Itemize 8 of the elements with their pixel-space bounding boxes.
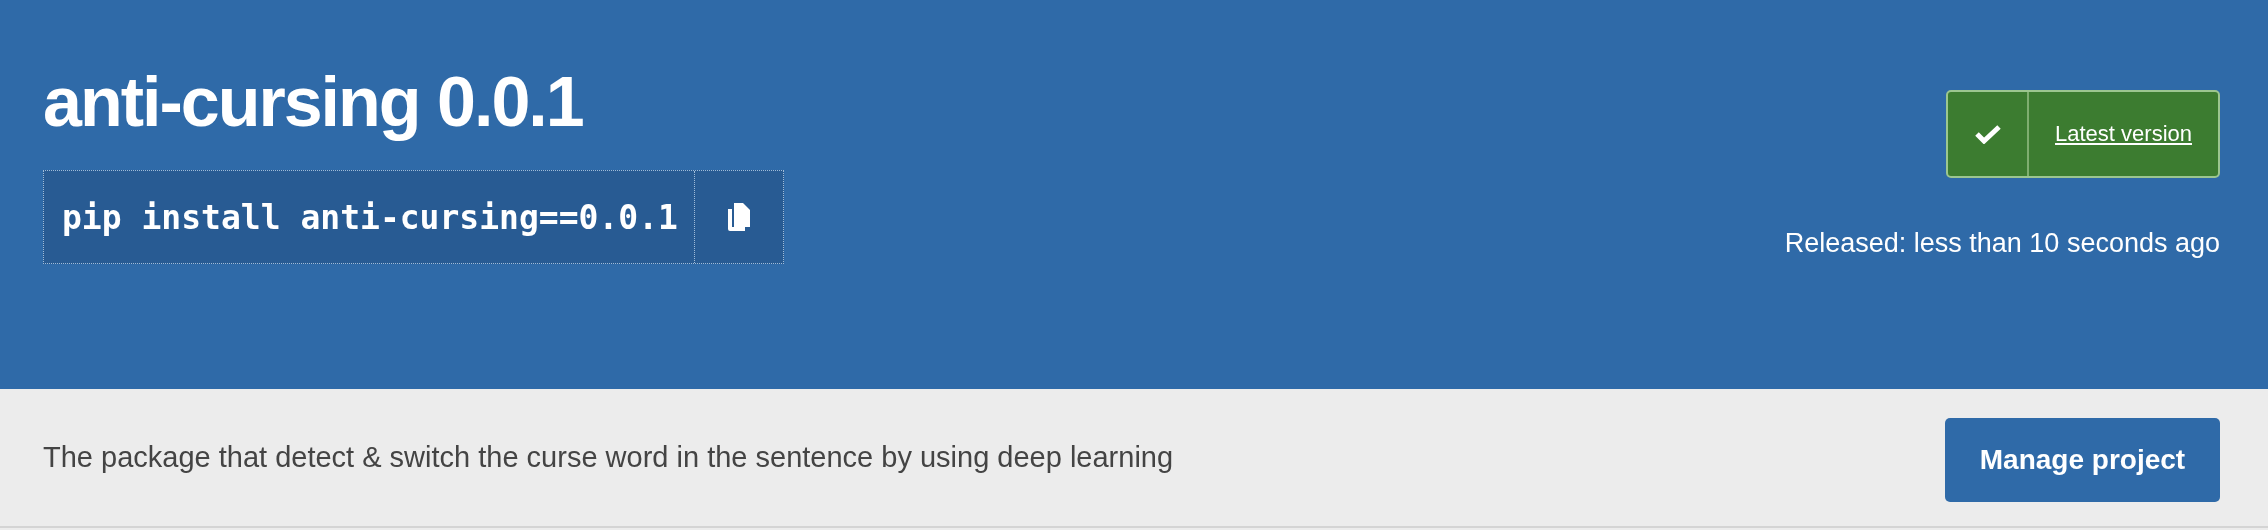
release-time: Released: less than 10 seconds ago — [1784, 228, 2220, 259]
check-icon — [1974, 124, 2001, 144]
package-title: anti-cursing 0.0.1 — [43, 62, 584, 143]
manage-project-button[interactable]: Manage project — [1945, 417, 2220, 502]
install-command: pip install anti-cursing==0.0.1 — [44, 171, 695, 263]
copy-icon — [727, 203, 750, 231]
package-description: The package that detect & switch the curse word in the sentence by using deep learning — [43, 441, 1174, 474]
latest-version-link[interactable]: Latest version — [1946, 90, 2220, 178]
